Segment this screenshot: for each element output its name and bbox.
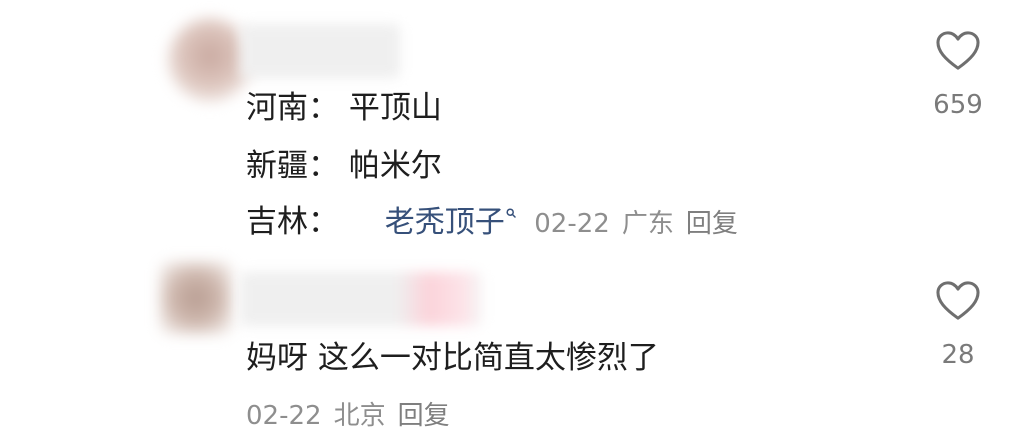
reply-button[interactable]: 回复 [398, 401, 450, 431]
heart-outline-icon[interactable] [935, 280, 981, 322]
comment-text: 妈呀 这么一对比简直太惨烈了 [246, 340, 659, 376]
heart-outline-icon[interactable] [935, 30, 981, 72]
comment-location: 北京 [333, 401, 386, 431]
comment-text-line: 新疆： 帕米尔 [246, 146, 442, 186]
avatar[interactable] [160, 262, 232, 334]
like-count: 659 [933, 90, 983, 120]
comment-date: 02-22 [246, 401, 322, 431]
comment-text-line: 河南： 平顶山 [246, 88, 442, 128]
like-count: 28 [941, 340, 975, 370]
comment-location: 广东 [621, 209, 674, 239]
comment-meta: 02-22 北京 回复 [246, 396, 450, 436]
reply-button[interactable]: 回复 [686, 209, 738, 239]
search-icon [506, 208, 516, 218]
comment-text-line-2: 新疆： 帕米尔 [246, 148, 442, 184]
comment-date: 02-22 [534, 209, 610, 239]
mention-text: 老秃顶子 [384, 205, 505, 240]
comment-meta: 02-22 广东 回复 [524, 209, 738, 239]
comment-text-prefix: 吉林： [246, 204, 339, 240]
username-blurred[interactable] [240, 24, 400, 78]
comment-last-line: 吉林： 老秃顶子 02-22 广东 回复 [246, 202, 738, 244]
mention-link[interactable]: 老秃顶子 [385, 205, 525, 240]
comment-text-line: 妈呀 这么一对比简直太惨烈了 [246, 338, 659, 378]
comment-text-line-1: 河南： 平顶山 [246, 90, 442, 126]
username-blurred[interactable] [240, 272, 482, 326]
